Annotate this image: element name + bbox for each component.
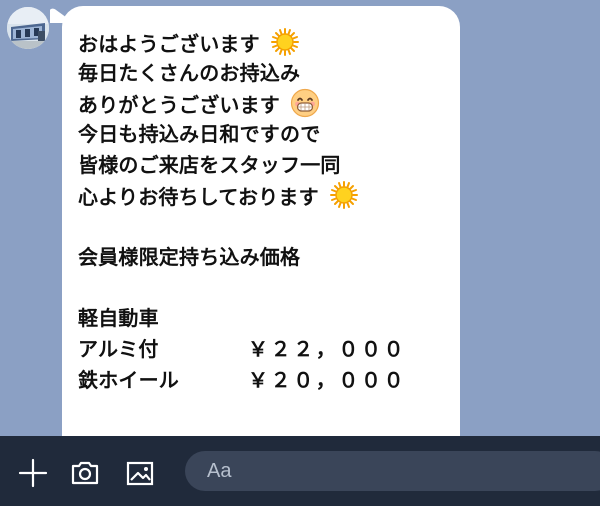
message-line: 皆様のご来店をスタッフ一同 — [78, 152, 341, 177]
message-line: 毎日たくさんのお持込み — [78, 60, 301, 85]
message-line: 会員様限定持ち込み価格 — [78, 244, 301, 269]
price-row: アルミ付 ￥２２，０００ — [78, 334, 414, 365]
price-item-name: 鉄ホイール — [78, 367, 179, 392]
price-item-name: アルミ付 — [78, 336, 159, 361]
message-bubble: おはようございます 毎日たくさんのお持込み ありがとうございます 今日も持込み日… — [62, 6, 460, 436]
message-line: おはようございます — [78, 27, 414, 58]
add-button[interactable] — [16, 456, 50, 490]
chat-view: おはようございます 毎日たくさんのお持込み ありがとうございます 今日も持込み日… — [0, 0, 600, 436]
image-button[interactable] — [123, 456, 157, 490]
message-input[interactable]: Aa — [185, 451, 600, 491]
message-line: ありがとうございます — [78, 88, 414, 119]
price-row: 鉄ホイール ￥２０，０００ — [78, 365, 414, 396]
message-text: おはようございます 毎日たくさんのお持込み ありがとうございます 今日も持込み日… — [78, 27, 414, 395]
store-building-avatar-image — [7, 7, 49, 49]
grinning-face-emoji-icon — [290, 88, 320, 118]
message-line: 心よりお待ちしております — [78, 180, 414, 211]
price-item-value: ￥２２，０００ — [248, 336, 407, 361]
message-line: 軽自動車 — [78, 306, 159, 331]
sun-emoji-icon — [270, 27, 300, 57]
message-line-text: おはようございます — [78, 32, 260, 56]
camera-icon — [71, 461, 99, 485]
image-icon — [126, 461, 154, 486]
plus-icon — [18, 458, 48, 488]
camera-button[interactable] — [68, 456, 102, 490]
message-line: 今日も持込み日和ですので — [78, 122, 321, 147]
message-line-text: 心よりお待ちしております — [78, 185, 319, 210]
sun-emoji-icon — [329, 180, 359, 210]
sender-avatar[interactable] — [7, 7, 49, 49]
message-line-text: ありがとうございます — [78, 93, 280, 118]
price-item-value: ￥２０，０００ — [248, 367, 407, 392]
message-composer: Aa — [0, 436, 600, 506]
